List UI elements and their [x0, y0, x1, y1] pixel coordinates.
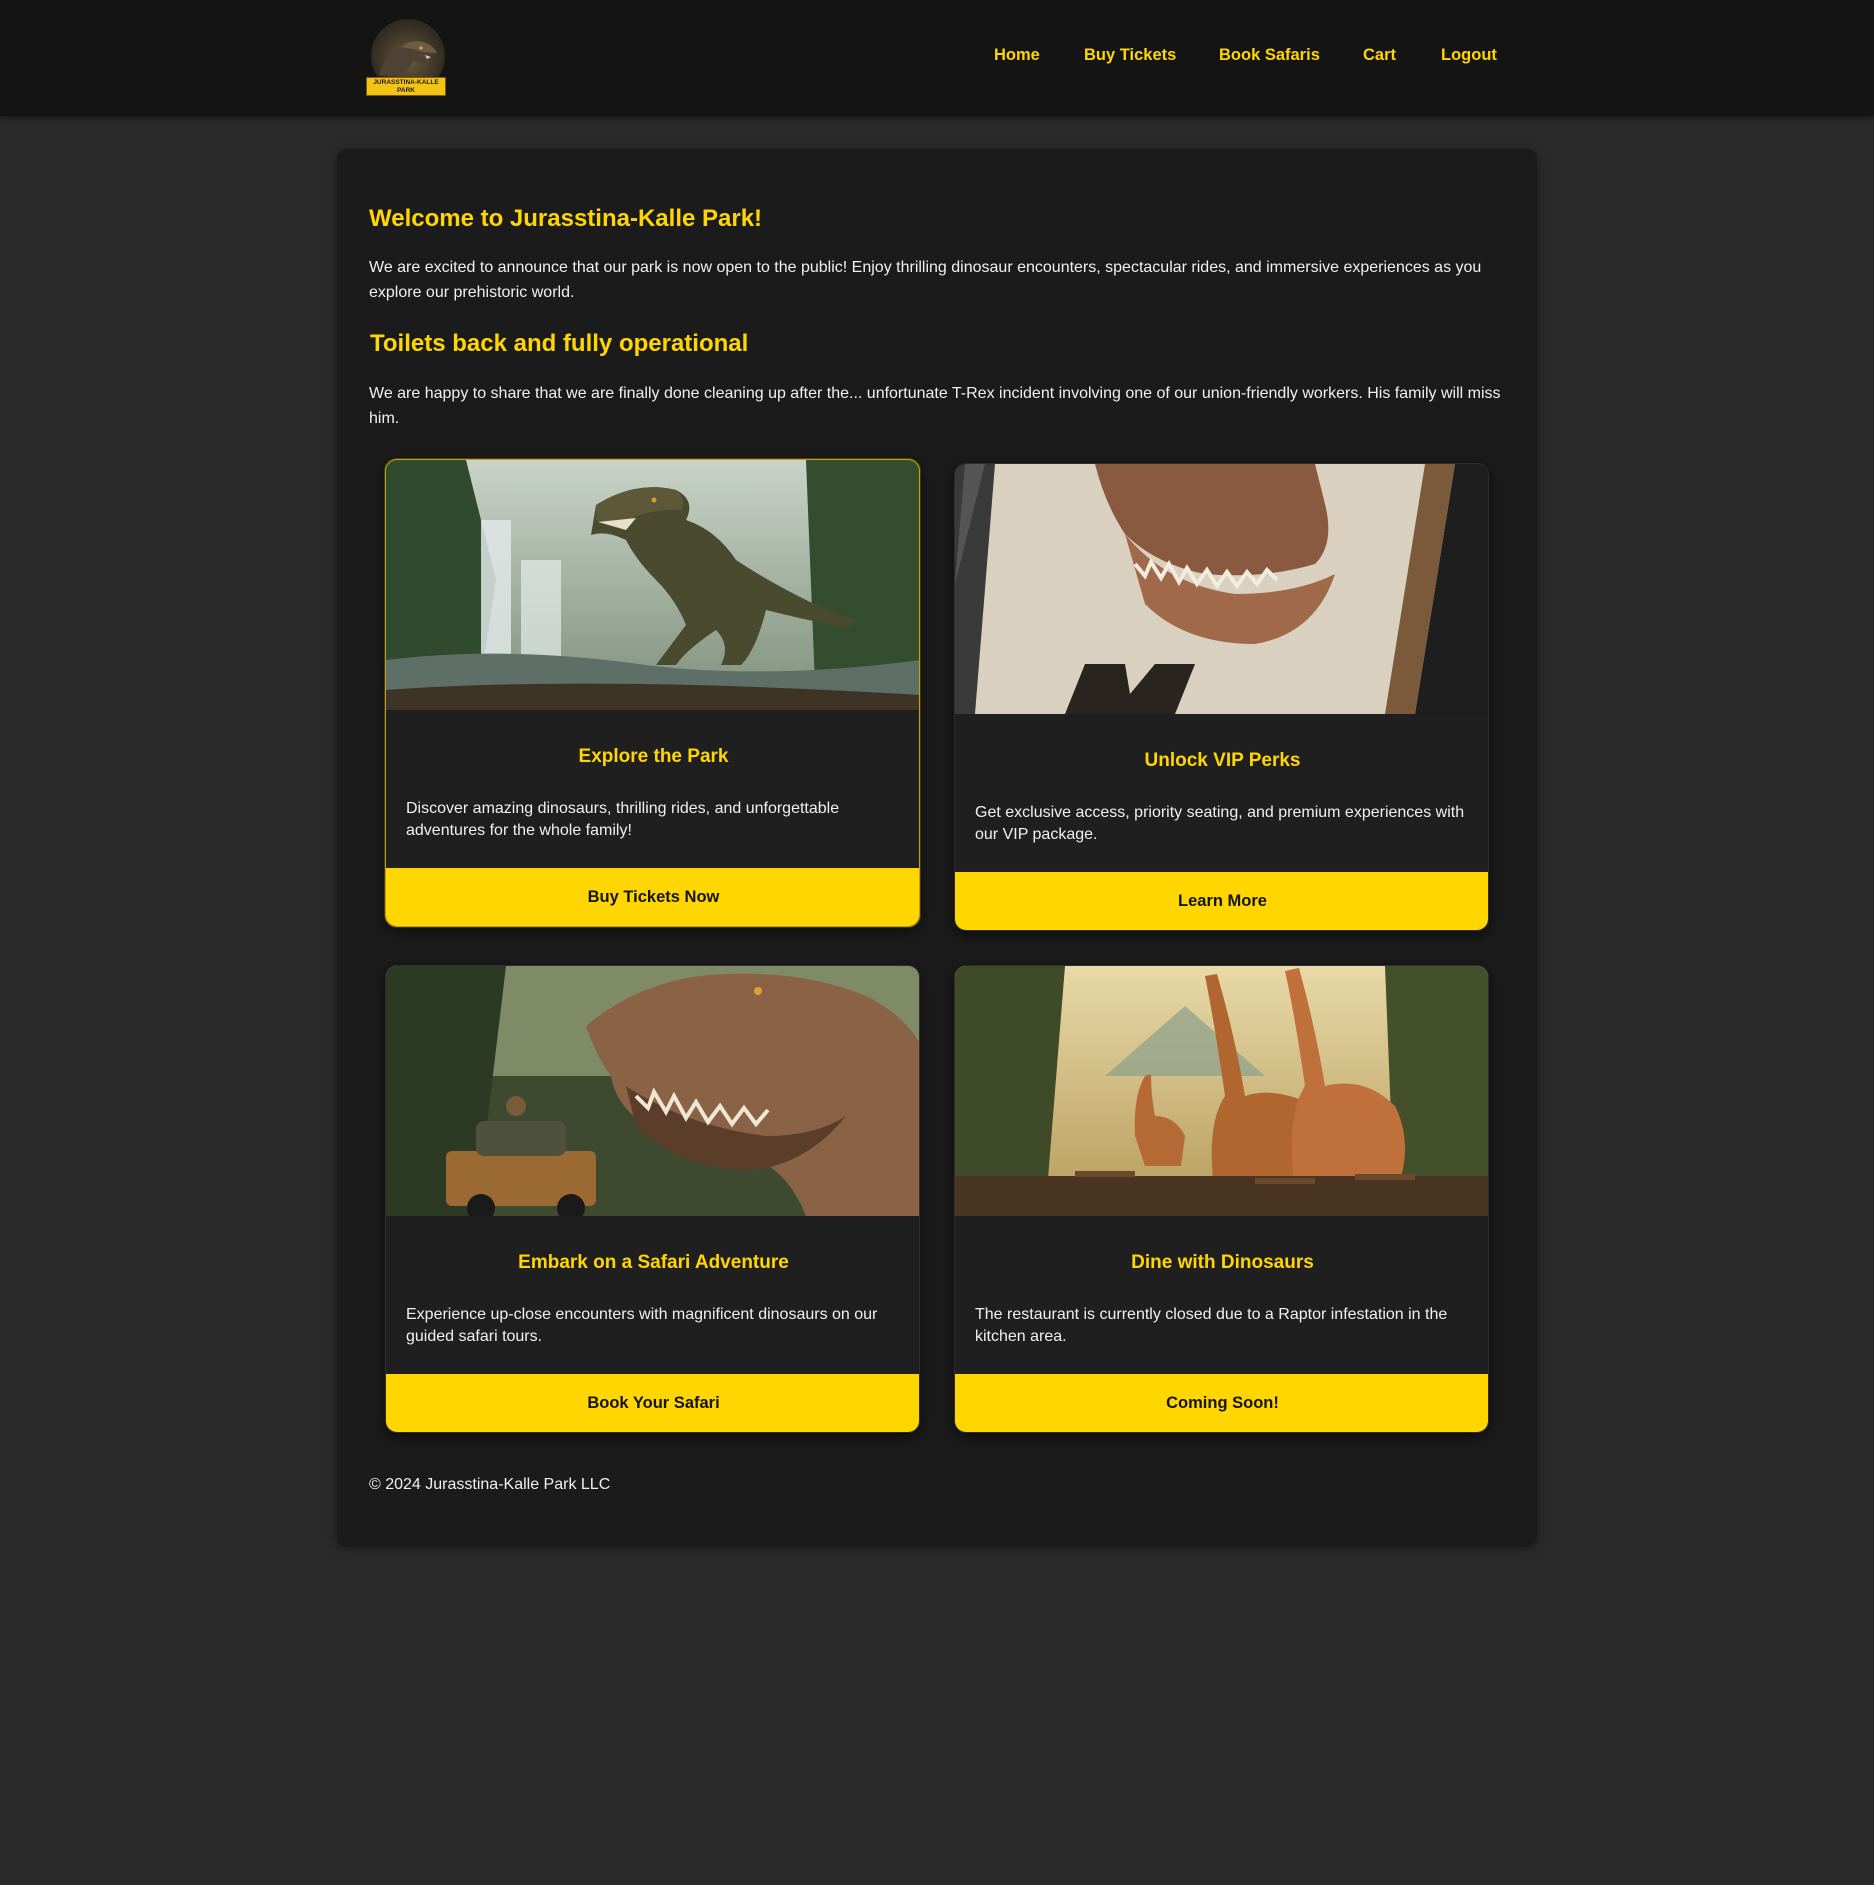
card-safari-adventure[interactable]: Embark on a Safari Adventure Experience …: [385, 965, 920, 1433]
card-description: Experience up-close encounters with magn…: [406, 1306, 878, 1345]
card-description: Discover amazing dinosaurs, thrilling ri…: [406, 800, 840, 839]
nav-home[interactable]: Home: [994, 46, 1040, 65]
top-navigation-bar: JURASSTINA-KALLE PARK Home Buy Tickets Bo…: [0, 0, 1874, 116]
nav-buy-tickets[interactable]: Buy Tickets: [1084, 46, 1176, 65]
welcome-text: We are excited to announce that our park…: [369, 259, 1482, 301]
card-description: Get exclusive access, priority seating, …: [975, 804, 1465, 843]
content-panel: Welcome to Jurasstina-Kalle Park! We are…: [337, 149, 1537, 1547]
book-your-safari-button[interactable]: Book Your Safari: [386, 1374, 919, 1432]
card-dine-with-dinosaurs[interactable]: Dine with Dinosaurs The restaurant is cu…: [954, 965, 1489, 1433]
trex-jungle-image: [386, 460, 919, 710]
card-title: Unlock VIP Perks: [1144, 750, 1301, 771]
news-heading: Toilets back and fully operational: [370, 330, 749, 357]
card-title: Embark on a Safari Adventure: [518, 1252, 789, 1273]
nav-logout[interactable]: Logout: [1441, 46, 1497, 65]
vip-ticket-image: [955, 464, 1488, 714]
news-text: We are happy to share that we are finall…: [369, 385, 1501, 427]
nav-book-safaris[interactable]: Book Safaris: [1219, 46, 1320, 65]
safari-jeep-image: [386, 966, 919, 1216]
card-description: The restaurant is currently closed due t…: [975, 1306, 1448, 1345]
jungle-restaurant-image: [955, 966, 1488, 1216]
learn-more-button[interactable]: Learn More: [955, 872, 1488, 930]
logo-banner: JURASSTINA-KALLE PARK: [366, 77, 446, 96]
nav-cart[interactable]: Cart: [1363, 46, 1396, 65]
card-title: Explore the Park: [578, 746, 729, 767]
buy-tickets-now-button[interactable]: Buy Tickets Now: [386, 868, 919, 926]
card-vip-perks[interactable]: Unlock VIP Perks Get exclusive access, p…: [954, 463, 1489, 931]
card-title: Dine with Dinosaurs: [1131, 1252, 1314, 1273]
footer-copyright: © 2024 Jurasstina-Kalle Park LLC: [369, 1476, 611, 1493]
main-nav: Home Buy Tickets Book Safaris Cart Logou…: [0, 46, 1874, 70]
card-explore-park[interactable]: Explore the Park Discover amazing dinosa…: [385, 459, 920, 927]
coming-soon-button[interactable]: Coming Soon!: [955, 1374, 1488, 1432]
welcome-heading: Welcome to Jurasstina-Kalle Park!: [369, 205, 763, 232]
